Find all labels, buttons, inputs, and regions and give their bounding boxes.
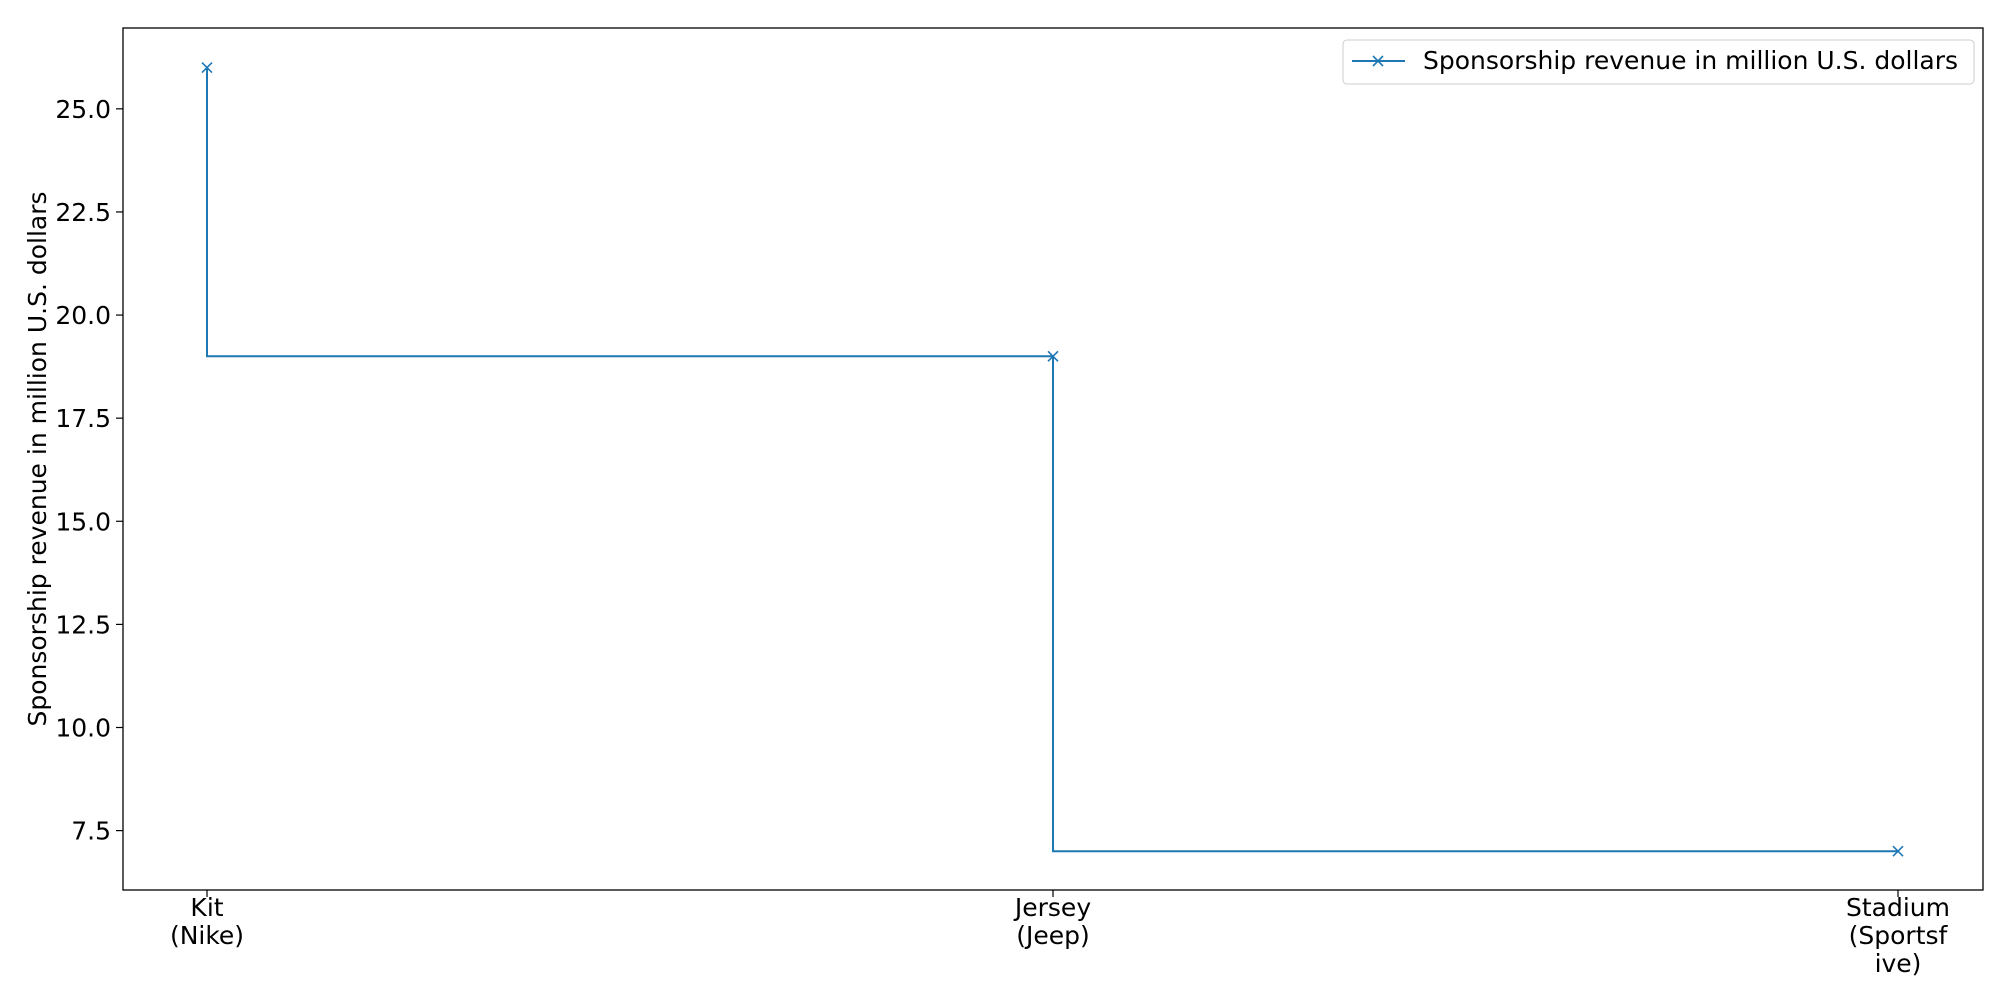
x-tick-label-line: (Nike) xyxy=(170,921,244,950)
legend-label: Sponsorship revenue in million U.S. doll… xyxy=(1423,46,1958,75)
x-tick-label: Jersey (Jeep) xyxy=(1013,893,1091,950)
x-tick-label-line: ive) xyxy=(1875,949,1922,978)
y-tick-label: 17.5 xyxy=(55,404,111,433)
y-tick-label: 10.0 xyxy=(55,713,111,742)
y-tick-label: 15.0 xyxy=(55,507,111,536)
x-tick-label-line: (Sportsf xyxy=(1849,921,1949,950)
y-axis: 7.5 10.0 12.5 15.0 17.5 20.0 22.5 25.0 xyxy=(55,95,123,846)
y-tick-label: 7.5 xyxy=(71,817,111,846)
y-axis-title: Sponsorship revenue in million U.S. doll… xyxy=(23,191,52,726)
x-tick-label: Stadium (Sportsf ive) xyxy=(1846,893,1950,978)
x-tick-label: Kit (Nike) xyxy=(170,893,244,950)
y-tick-label: 12.5 xyxy=(55,610,111,639)
y-tick-label: 22.5 xyxy=(55,198,111,227)
y-tick-label: 25.0 xyxy=(55,95,111,124)
legend: Sponsorship revenue in million U.S. doll… xyxy=(1342,39,1975,85)
x-tick-label-line: Stadium xyxy=(1846,893,1950,922)
y-tick-label: 20.0 xyxy=(55,301,111,330)
chart: 7.5 10.0 12.5 15.0 17.5 20.0 22.5 25.0 Kit (Nike… xyxy=(23,27,1984,978)
x-tick-label-line: (Jeep) xyxy=(1016,921,1090,950)
x-tick-label-line: Jersey xyxy=(1013,893,1091,922)
x-axis: Kit (Nike) Jersey (Jeep) Stadium (Sportsf ive) xyxy=(170,890,1950,978)
x-tick-label-line: Kit xyxy=(190,893,223,922)
